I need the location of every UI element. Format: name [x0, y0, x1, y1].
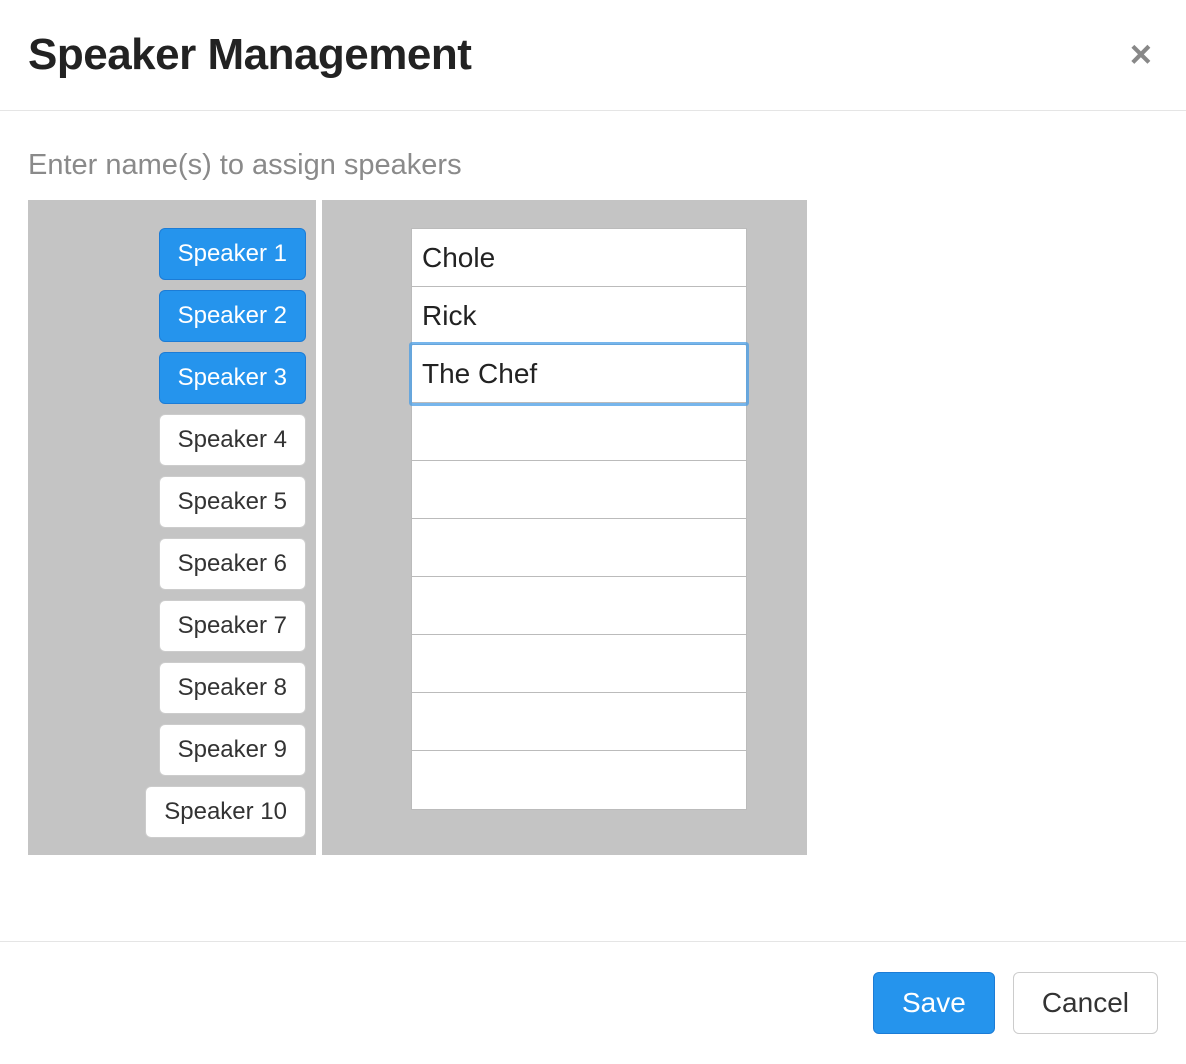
speaker-button-5[interactable]: Speaker 5	[159, 476, 306, 528]
names-panel	[322, 200, 807, 855]
speaker-button-2[interactable]: Speaker 2	[159, 290, 306, 342]
modal-body: Enter name(s) to assign speakers Speaker…	[0, 111, 1186, 941]
speaker-name-input-3[interactable]	[412, 345, 746, 403]
speaker-button-3[interactable]: Speaker 3	[159, 352, 306, 404]
instruction-text: Enter name(s) to assign speakers	[28, 149, 1158, 182]
speaker-name-input-10[interactable]	[412, 751, 746, 809]
speaker-name-input-2[interactable]	[412, 287, 746, 345]
speaker-name-input-9[interactable]	[412, 693, 746, 751]
cancel-button[interactable]: Cancel	[1013, 972, 1158, 1034]
modal-header: Speaker Management ×	[0, 0, 1186, 111]
modal-footer: Save Cancel	[0, 941, 1186, 1064]
speakers-panel: Speaker 1 Speaker 2 Speaker 3 Speaker 4 Spea…	[28, 200, 316, 855]
speaker-name-input-8[interactable]	[412, 635, 746, 693]
panel-row: Speaker 1 Speaker 2 Speaker 3 Speaker 4 Spea…	[28, 200, 1158, 855]
speaker-name-input-4[interactable]	[412, 403, 746, 461]
close-icon: ×	[1130, 34, 1152, 76]
speaker-management-modal: Speaker Management × Enter name(s) to as…	[0, 0, 1186, 1064]
speaker-button-7[interactable]: Speaker 7	[159, 600, 306, 652]
speaker-name-input-1[interactable]	[412, 229, 746, 287]
speaker-button-6[interactable]: Speaker 6	[159, 538, 306, 590]
speaker-button-10[interactable]: Speaker 10	[145, 786, 306, 838]
modal-title: Speaker Management	[28, 30, 471, 80]
save-button[interactable]: Save	[873, 972, 995, 1034]
close-button[interactable]: ×	[1124, 30, 1158, 80]
speaker-name-input-7[interactable]	[412, 577, 746, 635]
speaker-button-1[interactable]: Speaker 1	[159, 228, 306, 280]
speaker-button-8[interactable]: Speaker 8	[159, 662, 306, 714]
speaker-name-input-5[interactable]	[412, 461, 746, 519]
speaker-name-input-6[interactable]	[412, 519, 746, 577]
speaker-button-9[interactable]: Speaker 9	[159, 724, 306, 776]
name-inputs-wrap	[411, 228, 747, 810]
speaker-button-4[interactable]: Speaker 4	[159, 414, 306, 466]
